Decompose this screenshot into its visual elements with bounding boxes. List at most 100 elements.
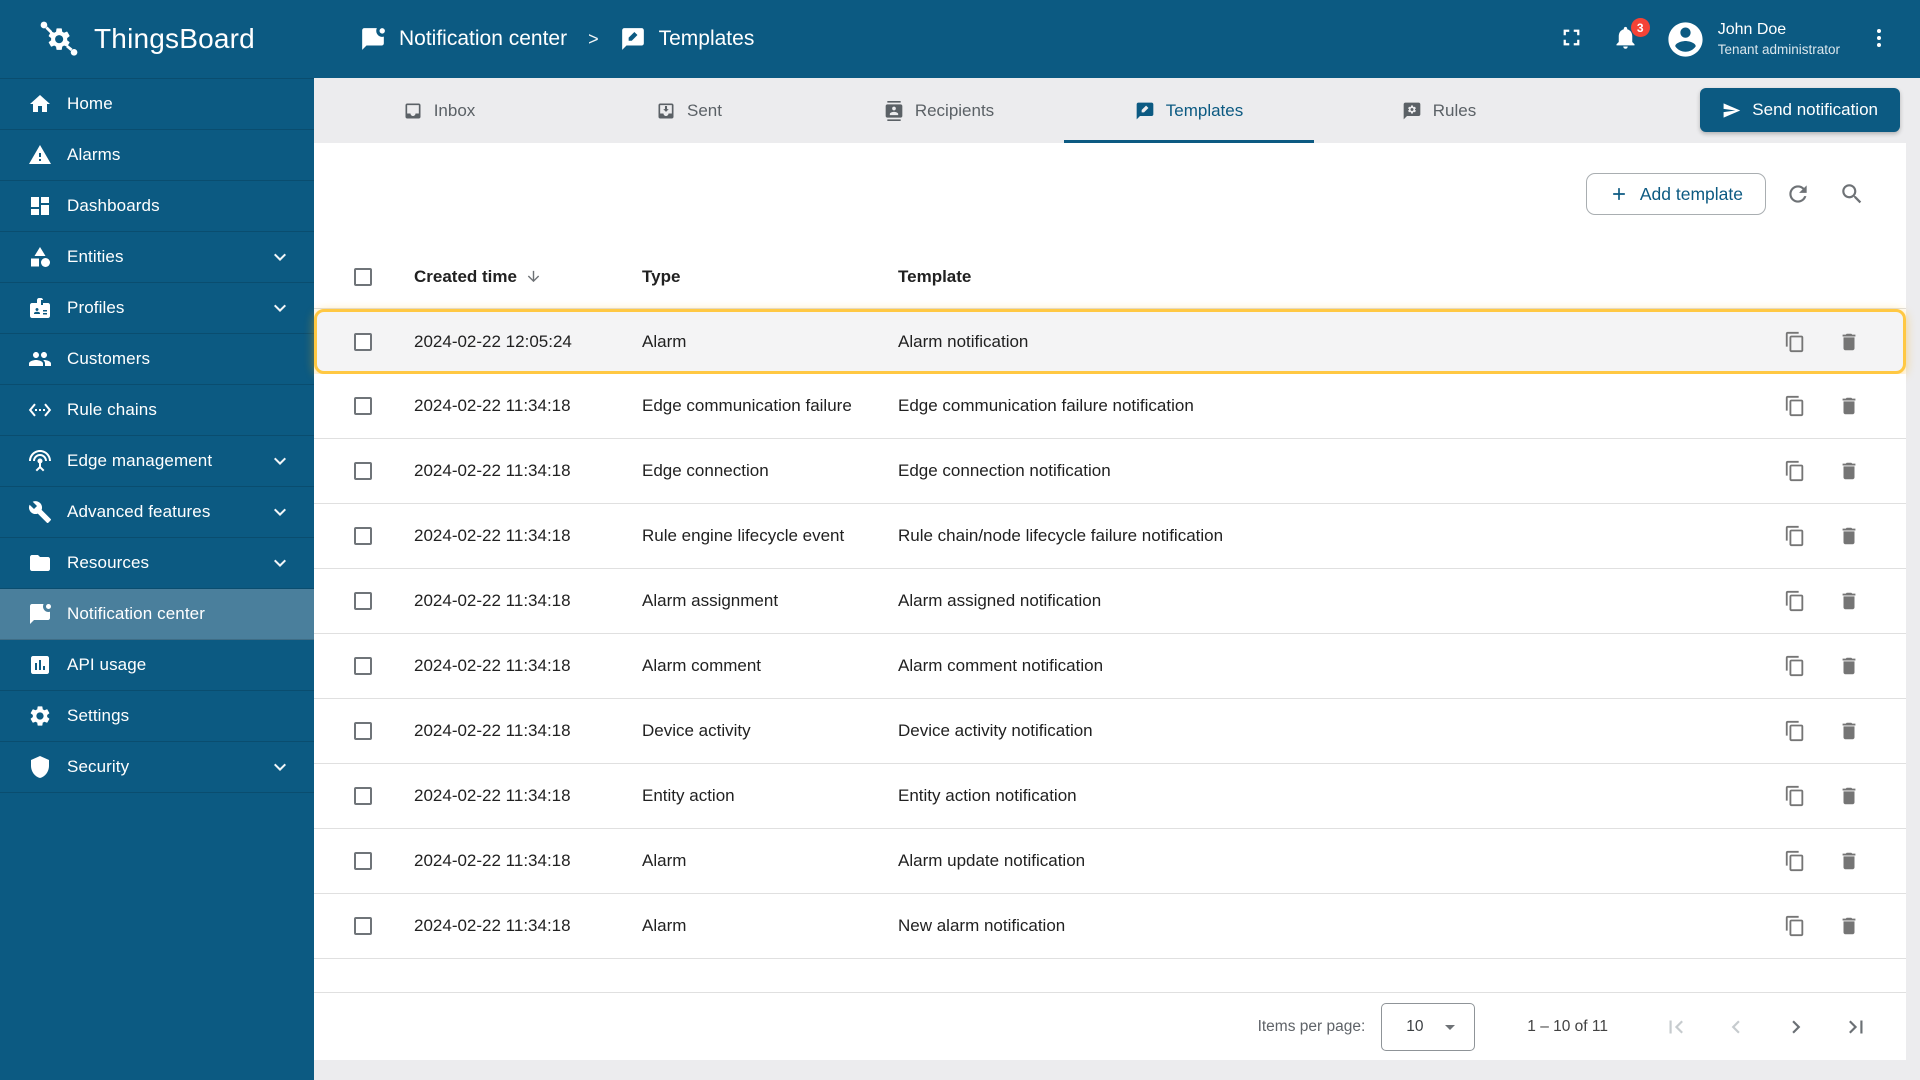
sidebar-item-entities[interactable]: Entities xyxy=(0,232,314,283)
previous-page-button xyxy=(1706,1003,1766,1051)
delete-button[interactable] xyxy=(1832,649,1866,683)
table-row[interactable]: 2024-02-22 11:34:18 Edge connection Edge… xyxy=(314,439,1906,504)
sidebar-item-alarms[interactable]: Alarms xyxy=(0,130,314,181)
row-checkbox[interactable] xyxy=(354,527,372,545)
items-per-page-select[interactable]: 10 xyxy=(1381,1002,1476,1051)
delete-button[interactable] xyxy=(1832,454,1866,488)
sidebar-item-dashboards[interactable]: Dashboards xyxy=(0,181,314,232)
notifications-button[interactable]: 3 xyxy=(1611,18,1650,54)
tab-sent[interactable]: Sent xyxy=(564,78,814,143)
delete-button[interactable] xyxy=(1832,779,1866,813)
cell-created-time: 2024-02-22 11:34:18 xyxy=(414,461,571,480)
sidebar-item-label: Profiles xyxy=(67,298,125,317)
page-range-label: 1 – 10 of 11 xyxy=(1527,1017,1608,1035)
table-row[interactable]: 2024-02-22 11:34:18 Alarm assignment Ala… xyxy=(314,569,1906,634)
tab-recipients[interactable]: Recipients xyxy=(814,78,1064,143)
sort-desc-icon xyxy=(525,268,542,285)
search-button[interactable] xyxy=(1830,172,1874,216)
tab-label: Inbox xyxy=(433,100,476,120)
table-row[interactable]: 2024-02-22 11:34:18 Entity action Entity… xyxy=(314,764,1906,829)
breadcrumb-item-notification-center[interactable]: Notification center xyxy=(399,27,567,51)
fullscreen-button[interactable] xyxy=(1557,24,1587,54)
sidebar-item-label: Dashboards xyxy=(67,196,160,215)
cell-template: Device activity notification xyxy=(898,721,1093,740)
sidebar-item-notification-center[interactable]: Notification center xyxy=(0,589,314,640)
column-header-created-time[interactable]: Created time xyxy=(414,267,642,287)
sidebar-item-api-usage[interactable]: API usage xyxy=(0,640,314,691)
cell-template: Alarm comment notification xyxy=(898,656,1104,675)
copy-button[interactable] xyxy=(1778,779,1812,813)
row-checkbox[interactable] xyxy=(354,852,372,870)
edge-management-icon xyxy=(28,449,52,473)
sidebar-item-customers[interactable]: Customers xyxy=(0,334,314,385)
delete-button[interactable] xyxy=(1832,389,1866,423)
cell-type: Alarm xyxy=(642,916,687,935)
column-header-template[interactable]: Template xyxy=(898,267,1736,287)
sidebar-item-advanced-features[interactable]: Advanced features xyxy=(0,487,314,538)
sidebar-item-home[interactable]: Home xyxy=(0,79,314,130)
row-checkbox[interactable] xyxy=(354,787,372,805)
next-page-button[interactable] xyxy=(1766,1003,1826,1051)
more-menu-button[interactable] xyxy=(1864,24,1894,54)
first-page-button xyxy=(1646,1003,1706,1051)
notification-center-icon xyxy=(28,602,52,626)
tab-inbox[interactable]: Inbox xyxy=(314,78,564,143)
table-row[interactable]: 2024-02-22 12:05:24 Alarm Alarm notifica… xyxy=(314,309,1906,374)
app-logo[interactable]: ThingsBoard xyxy=(0,18,314,60)
sidebar-item-security[interactable]: Security xyxy=(0,742,314,793)
copy-button[interactable] xyxy=(1778,909,1812,943)
copy-button[interactable] xyxy=(1778,454,1812,488)
sidebar-item-profiles[interactable]: Profiles xyxy=(0,283,314,334)
select-all-checkbox[interactable] xyxy=(354,267,372,286)
copy-button[interactable] xyxy=(1778,714,1812,748)
delete-button[interactable] xyxy=(1832,584,1866,618)
cell-created-time: 2024-02-22 12:05:24 xyxy=(414,331,572,351)
table-row[interactable]: 2024-02-22 11:34:18 Rule engine lifecycl… xyxy=(314,504,1906,569)
row-checkbox[interactable] xyxy=(354,917,372,935)
tab-label: Recipients xyxy=(914,100,995,120)
add-template-button[interactable]: Add template xyxy=(1585,173,1766,215)
row-checkbox[interactable] xyxy=(354,332,372,351)
delete-button[interactable] xyxy=(1832,844,1866,878)
row-checkbox[interactable] xyxy=(354,722,372,740)
copy-button[interactable] xyxy=(1778,844,1812,878)
table-row[interactable]: 2024-02-22 11:34:18 Alarm Alarm update n… xyxy=(314,829,1906,894)
sidebar-item-settings[interactable]: Settings xyxy=(0,691,314,742)
copy-button[interactable] xyxy=(1778,389,1812,423)
cell-created-time: 2024-02-22 11:34:18 xyxy=(414,656,571,675)
delete-button[interactable] xyxy=(1832,519,1866,553)
last-page-button[interactable] xyxy=(1826,1003,1886,1051)
send-notification-button[interactable]: Send notification xyxy=(1700,88,1900,132)
column-header-type[interactable]: Type xyxy=(642,267,898,287)
resources-icon xyxy=(28,551,52,575)
copy-icon xyxy=(1784,720,1806,742)
row-checkbox[interactable] xyxy=(354,592,372,610)
refresh-button[interactable] xyxy=(1776,172,1820,216)
user-menu[interactable]: John Doe Tenant administrator xyxy=(1665,19,1840,60)
sidebar-item-rule-chains[interactable]: Rule chains xyxy=(0,385,314,436)
copy-button[interactable] xyxy=(1778,649,1812,683)
cell-type: Edge connection xyxy=(642,461,769,480)
tab-templates[interactable]: Templates xyxy=(1064,78,1314,143)
dashboards-icon xyxy=(28,194,52,218)
table-row[interactable]: 2024-02-22 11:34:18 Edge communication f… xyxy=(314,374,1906,439)
table-row[interactable]: 2024-02-22 11:34:18 Alarm comment Alarm … xyxy=(314,634,1906,699)
delete-button[interactable] xyxy=(1832,714,1866,748)
row-checkbox[interactable] xyxy=(354,657,372,675)
row-checkbox[interactable] xyxy=(354,397,372,415)
copy-button[interactable] xyxy=(1778,519,1812,553)
table-row[interactable]: 2024-02-22 11:34:18 Device activity Devi… xyxy=(314,699,1906,764)
copy-button[interactable] xyxy=(1778,325,1812,359)
row-checkbox[interactable] xyxy=(354,462,372,480)
rules-icon xyxy=(1402,101,1422,121)
copy-icon xyxy=(1784,525,1806,547)
copy-button[interactable] xyxy=(1778,584,1812,618)
sidebar-item-resources[interactable]: Resources xyxy=(0,538,314,589)
delete-button[interactable] xyxy=(1832,909,1866,943)
tab-rules[interactable]: Rules xyxy=(1314,78,1564,143)
sidebar-item-edge-management[interactable]: Edge management xyxy=(0,436,314,487)
fullscreen-icon xyxy=(1558,24,1585,51)
sidebar-item-label: Notification center xyxy=(67,604,205,623)
table-row[interactable]: 2024-02-22 11:34:18 Alarm New alarm noti… xyxy=(314,894,1906,959)
delete-button[interactable] xyxy=(1832,325,1866,359)
